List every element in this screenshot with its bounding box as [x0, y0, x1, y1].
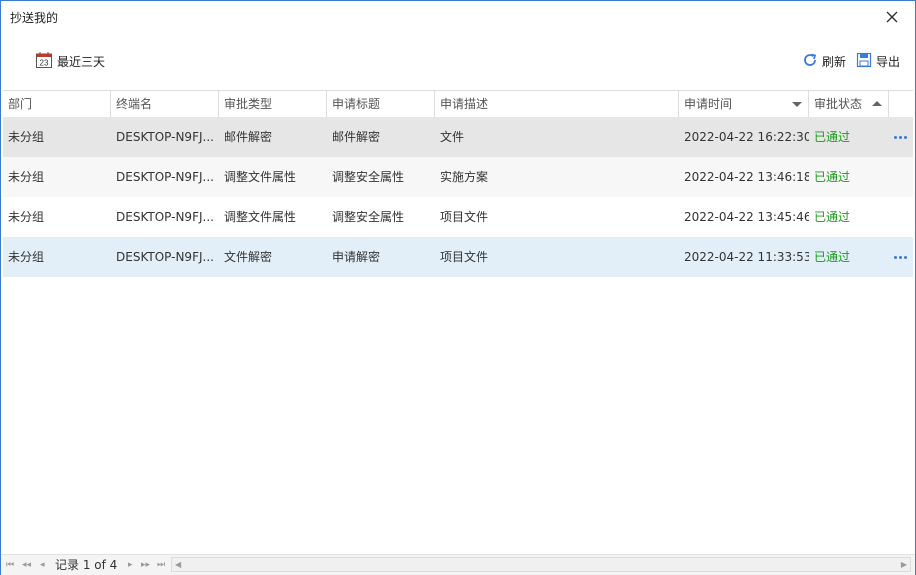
- cell-terminal: DESKTOP-N9FJ...: [116, 210, 214, 224]
- cell-time: 2022-04-22 16:22:30: [684, 130, 809, 144]
- header-dept[interactable]: 部门: [3, 91, 111, 117]
- table-row[interactable]: 未分组 DESKTOP-N9FJ... 调整文件属性 调整安全属性 项目文件 2…: [3, 197, 913, 237]
- next-block-icon[interactable]: ▸▸: [141, 558, 150, 572]
- next-page-icon[interactable]: ▸: [128, 558, 133, 572]
- cell-approval-type: 调整文件属性: [224, 170, 297, 184]
- grid-header: 部门 终端名 审批类型 申请标题 申请描述 申请时间 审批状态: [3, 90, 913, 118]
- pager-bar: ⏮ ◂◂ ◂ 记录 1 of 4 ▸ ▸▸ ⏭ ◀ ▶: [1, 554, 915, 575]
- cell-title: 调整安全属性: [332, 170, 405, 184]
- header-approval-type[interactable]: 审批类型: [219, 91, 327, 117]
- refresh-button[interactable]: 刷新: [802, 51, 846, 71]
- prev-page-icon[interactable]: ◂: [40, 558, 45, 572]
- cell-terminal: DESKTOP-N9FJ...: [116, 250, 214, 264]
- close-icon[interactable]: [881, 7, 903, 27]
- cell-description: 项目文件: [440, 210, 489, 224]
- toolbar: 23 最近三天 刷新 导出: [1, 41, 915, 81]
- cell-approval-type: 文件解密: [224, 250, 273, 264]
- cell-dept: 未分组: [8, 130, 45, 144]
- cell-terminal: DESKTOP-N9FJ...: [116, 170, 214, 184]
- first-page-icon[interactable]: ⏮: [6, 558, 14, 572]
- table-row[interactable]: 未分组 DESKTOP-N9FJ... 调整文件属性 调整安全属性 实施方案 2…: [3, 157, 913, 197]
- header-title[interactable]: 申请标题: [327, 91, 435, 117]
- scroll-left-icon[interactable]: ◀: [175, 560, 181, 569]
- export-button[interactable]: 导出: [856, 51, 900, 71]
- cell-terminal: DESKTOP-N9FJ...: [116, 130, 214, 144]
- recent-three-days-button[interactable]: 23 最近三天: [35, 51, 105, 71]
- refresh-label: 刷新: [822, 54, 847, 69]
- export-label: 导出: [876, 54, 901, 69]
- header-status-label: 审批状态: [814, 97, 863, 111]
- table-row[interactable]: 未分组 DESKTOP-N9FJ... 文件解密 申请解密 项目文件 2022-…: [3, 237, 913, 277]
- refresh-icon: [802, 52, 818, 71]
- cell-status: 已通过: [814, 170, 851, 184]
- cell-approval-type: 调整文件属性: [224, 210, 297, 224]
- scroll-right-icon[interactable]: ▶: [901, 560, 907, 569]
- cell-title: 申请解密: [332, 250, 381, 264]
- save-icon: [856, 52, 872, 71]
- cell-title: 调整安全属性: [332, 210, 405, 224]
- cell-dept: 未分组: [8, 170, 45, 184]
- horizontal-scrollbar[interactable]: ◀ ▶: [171, 557, 911, 572]
- sort-descending-icon: [792, 102, 802, 107]
- window-title: 抄送我的: [10, 11, 59, 25]
- header-time-label: 申请时间: [684, 97, 733, 111]
- header-description[interactable]: 申请描述: [435, 91, 679, 117]
- cell-status: 已通过: [814, 210, 851, 224]
- cell-title: 邮件解密: [332, 130, 381, 144]
- more-actions-icon[interactable]: [890, 117, 910, 157]
- cell-description: 项目文件: [440, 250, 489, 264]
- page-info: 记录 1 of 4: [55, 558, 118, 572]
- table-row[interactable]: 未分组 DESKTOP-N9FJ... 邮件解密 邮件解密 文件 2022-04…: [3, 117, 913, 157]
- cell-time: 2022-04-22 13:46:18: [684, 170, 809, 184]
- cell-time: 2022-04-22 11:33:53: [684, 250, 809, 264]
- header-time[interactable]: 申请时间: [679, 91, 809, 117]
- calendar-icon: 23: [35, 51, 53, 72]
- data-grid: 部门 终端名 审批类型 申请标题 申请描述 申请时间 审批状态 未分组 DESK…: [3, 90, 913, 556]
- dialog-window: 抄送我的 23 最近三天 刷新 导出 部门 终端名 审批类型 申请标题 申请描述…: [0, 0, 916, 575]
- cell-dept: 未分组: [8, 250, 45, 264]
- prev-block-icon[interactable]: ◂◂: [22, 558, 31, 572]
- more-actions-icon[interactable]: [890, 237, 910, 277]
- cell-description: 文件: [440, 130, 465, 144]
- cell-status: 已通过: [814, 250, 851, 264]
- cell-approval-type: 邮件解密: [224, 130, 273, 144]
- cell-time: 2022-04-22 13:45:46: [684, 210, 809, 224]
- recent-three-days-label: 最近三天: [57, 54, 106, 69]
- cell-dept: 未分组: [8, 210, 45, 224]
- header-terminal[interactable]: 终端名: [111, 91, 219, 117]
- last-page-icon[interactable]: ⏭: [157, 558, 165, 572]
- svg-text:23: 23: [40, 58, 49, 67]
- header-status[interactable]: 审批状态: [809, 91, 889, 117]
- title-bar: 抄送我的: [1, 1, 915, 33]
- sort-ascending-icon: [872, 101, 882, 106]
- cell-status: 已通过: [814, 130, 851, 144]
- cell-description: 实施方案: [440, 170, 489, 184]
